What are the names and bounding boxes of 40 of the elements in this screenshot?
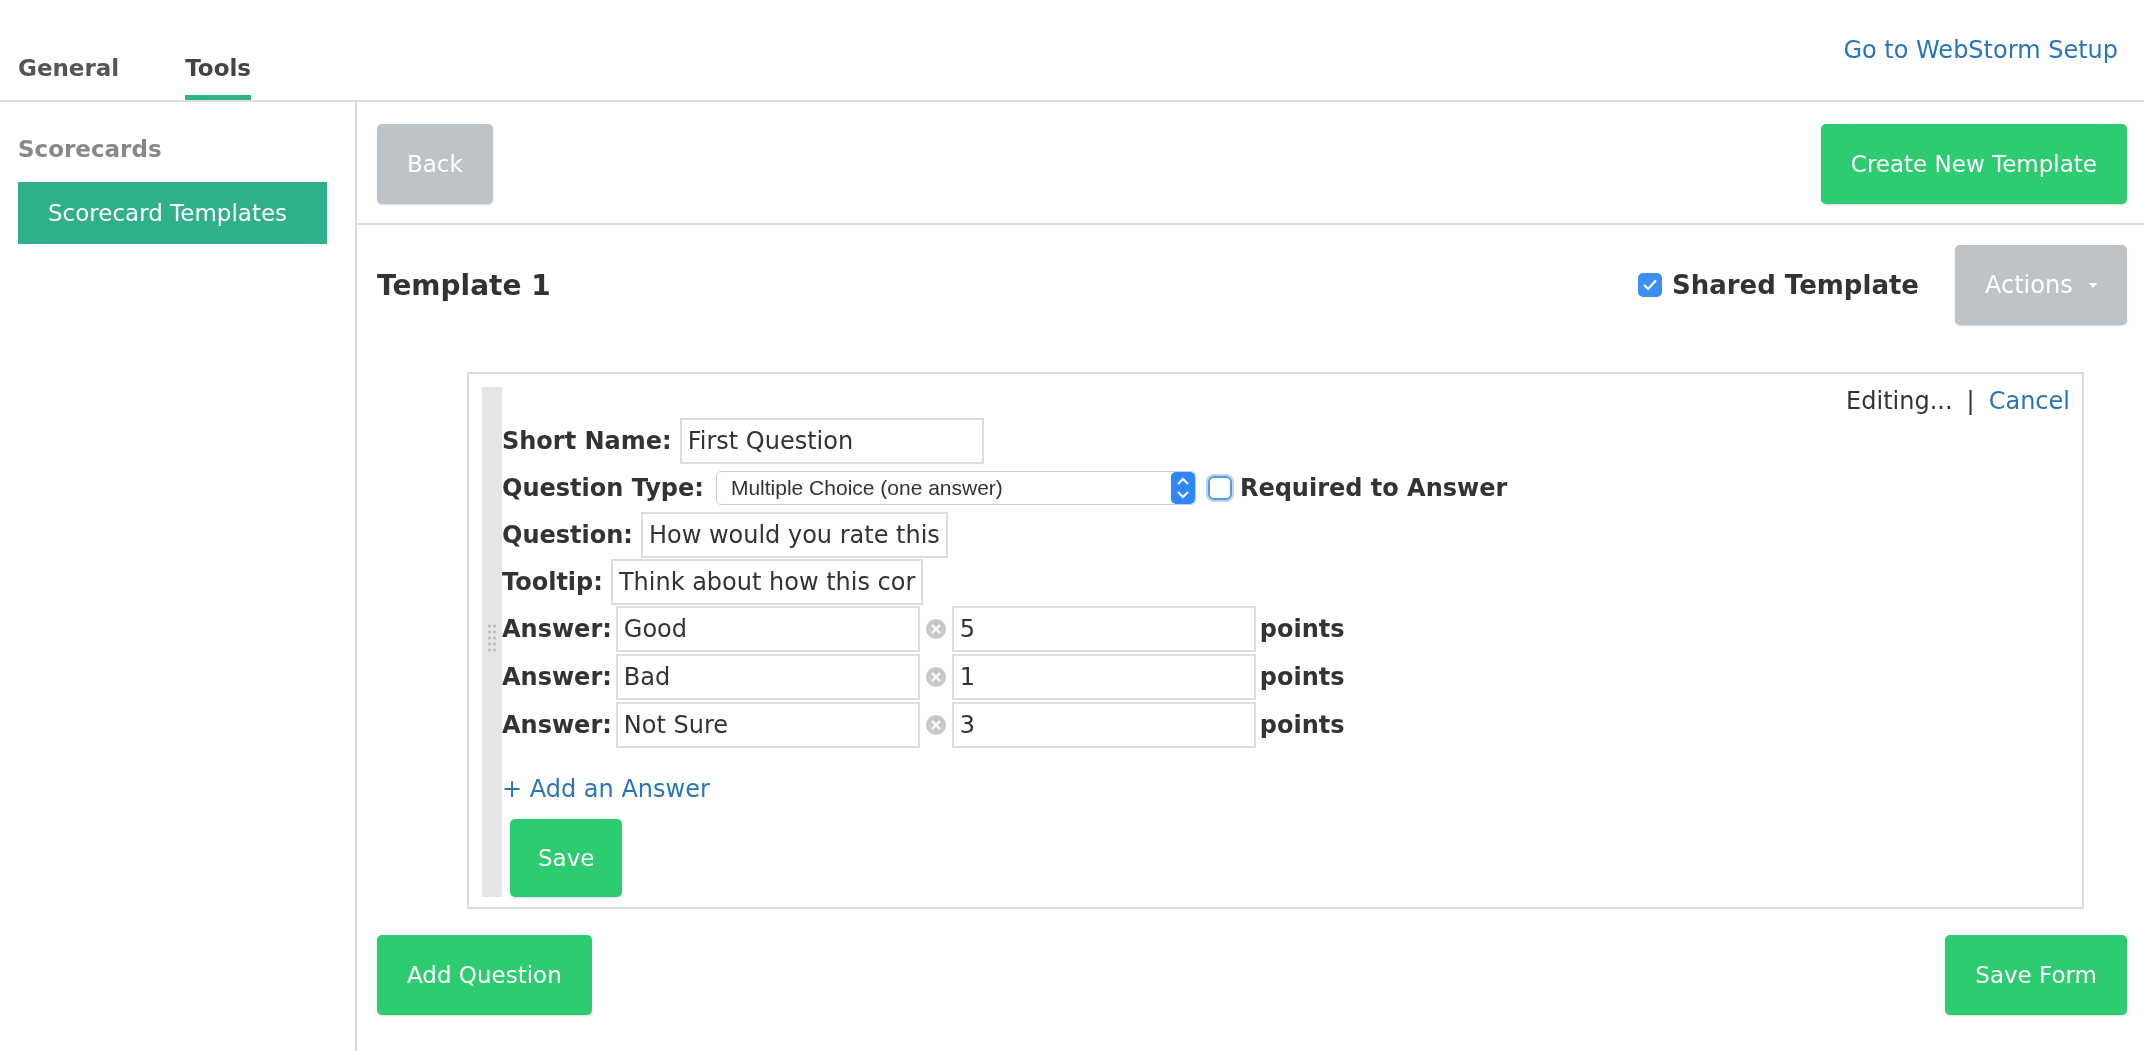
required-checkbox[interactable]: [1207, 475, 1232, 500]
shared-template-label: Shared Template: [1671, 270, 1919, 300]
field-label: Answer:: [502, 711, 612, 739]
points-field[interactable]: 3: [951, 702, 1256, 748]
sidebar-heading: Scorecards: [18, 136, 163, 162]
field-label: Tooltip:: [502, 567, 603, 596]
field-label: Answer:: [502, 663, 612, 691]
points-label: points: [1259, 615, 1345, 643]
editing-status: Editing...: [1846, 387, 1953, 415]
remove-icon[interactable]: [925, 715, 946, 735]
points-label: points: [1259, 711, 1345, 739]
remove-icon[interactable]: [925, 667, 946, 687]
field-label: Question:: [502, 520, 633, 549]
separator: |: [1966, 387, 1975, 415]
shared-checkbox[interactable]: [1637, 273, 1662, 297]
input-field[interactable]: How would you rate this: [640, 511, 948, 558]
answer-field[interactable]: Not Sure: [615, 702, 920, 748]
tab[interactable]: General: [18, 0, 120, 100]
answer-field[interactable]: Bad: [615, 654, 920, 700]
points-label: points: [1259, 663, 1345, 691]
tab[interactable]: Tools: [185, 0, 251, 100]
answer-field[interactable]: Good: [615, 606, 920, 652]
stepper-icon: [1170, 471, 1195, 504]
points-field[interactable]: 5: [951, 606, 1256, 652]
field-label: Short Name:: [502, 426, 672, 455]
question-type-select[interactable]: Multiple Choice (one answer): [715, 470, 1196, 505]
field-label: Answer:: [502, 615, 612, 643]
drag-handle-bar[interactable]: [482, 387, 502, 897]
field-label: Question Type:: [502, 473, 704, 502]
remove-icon[interactable]: [925, 619, 946, 639]
points-field[interactable]: 1: [951, 654, 1256, 700]
add-answer-link[interactable]: + Add an Answer: [502, 775, 710, 803]
cancel-link[interactable]: Cancel: [1988, 387, 2070, 415]
grip-icon: [487, 623, 497, 653]
template-title: Template 1: [377, 268, 551, 302]
input-field[interactable]: First Question: [679, 417, 984, 464]
input-field[interactable]: Think about how this cor: [610, 558, 924, 605]
caret-icon: [2088, 281, 2097, 289]
setup-link[interactable]: Go to WebStorm Setup: [1843, 36, 2118, 64]
required-label: Required to Answer: [1239, 473, 1508, 502]
